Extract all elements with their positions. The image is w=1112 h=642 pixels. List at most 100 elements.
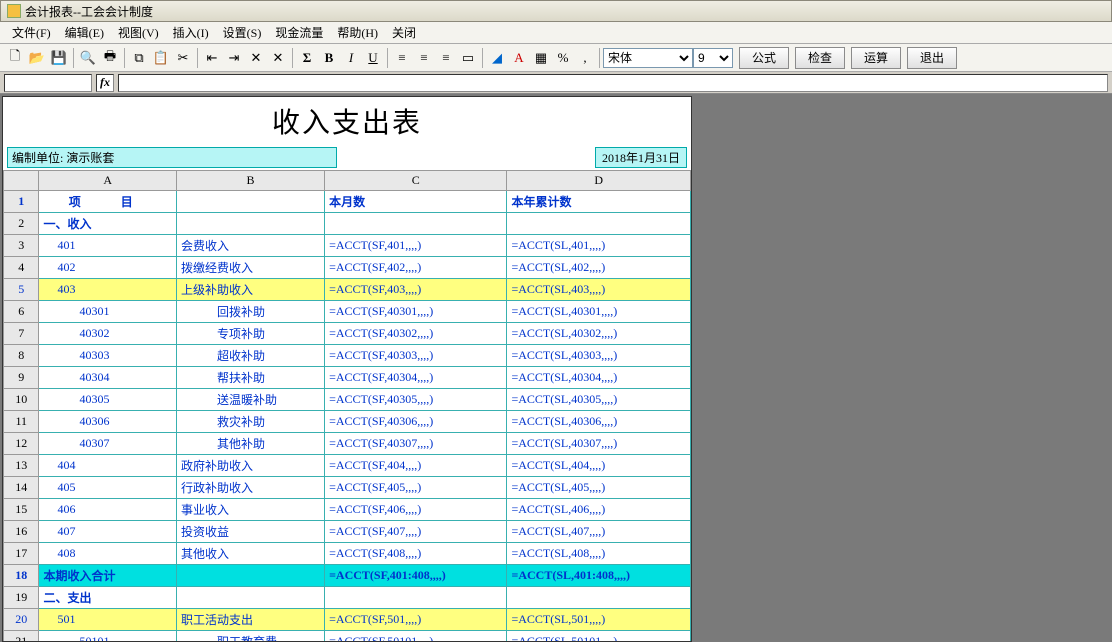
cell[interactable]: 406 [39, 499, 177, 521]
table-row[interactable]: 15406事业收入=ACCT(SF,406,,,,)=ACCT(SL,406,,… [4, 499, 691, 521]
cell[interactable] [507, 587, 691, 609]
cell[interactable]: 职工活动支出 [177, 609, 325, 631]
cell[interactable]: =ACCT(SF,402,,,,) [325, 257, 507, 279]
cell[interactable]: =ACCT(SF,40303,,,,) [325, 345, 507, 367]
table-row[interactable]: 4402拨缴经费收入=ACCT(SF,402,,,,)=ACCT(SL,402,… [4, 257, 691, 279]
row-header[interactable]: 13 [4, 455, 39, 477]
row-header[interactable]: 10 [4, 389, 39, 411]
cell[interactable]: 40303 [39, 345, 177, 367]
border-icon[interactable]: ▦ [530, 47, 552, 69]
table-row[interactable]: 5403上级补助收入=ACCT(SF,403,,,,)=ACCT(SL,403,… [4, 279, 691, 301]
header-item[interactable]: 项 目 [39, 191, 177, 213]
cell[interactable]: 超收补助 [177, 345, 325, 367]
header-blank[interactable] [177, 191, 325, 213]
table-row[interactable]: 16407投资收益=ACCT(SF,407,,,,)=ACCT(SL,407,,… [4, 521, 691, 543]
cell[interactable]: 一、收入 [39, 213, 177, 235]
menu-view[interactable]: 视图(V) [112, 22, 165, 43]
cell[interactable]: =ACCT(SF,40301,,,,) [325, 301, 507, 323]
cell[interactable]: 行政补助收入 [177, 477, 325, 499]
cell[interactable]: 救灾补助 [177, 411, 325, 433]
cell[interactable]: 事业收入 [177, 499, 325, 521]
cell[interactable]: 其他收入 [177, 543, 325, 565]
cell[interactable]: 408 [39, 543, 177, 565]
cell[interactable] [507, 213, 691, 235]
cell[interactable]: 40306 [39, 411, 177, 433]
row-header[interactable]: 12 [4, 433, 39, 455]
size-select[interactable]: 9 [693, 48, 733, 68]
cell[interactable]: =ACCT(SF,40302,,,,) [325, 323, 507, 345]
menu-help[interactable]: 帮助(H) [331, 22, 384, 43]
cell[interactable]: =ACCT(SL,501,,,,) [507, 609, 691, 631]
exit-button[interactable]: 退出 [907, 47, 957, 69]
cell[interactable]: =ACCT(SL,404,,,,) [507, 455, 691, 477]
row-header[interactable]: 9 [4, 367, 39, 389]
table-row[interactable]: 14405行政补助收入=ACCT(SF,405,,,,)=ACCT(SL,405… [4, 477, 691, 499]
cell[interactable]: 401 [39, 235, 177, 257]
cell[interactable]: 407 [39, 521, 177, 543]
menu-cashflow[interactable]: 现金流量 [269, 22, 329, 43]
spreadsheet-grid[interactable]: A B C D 1 项 目 本月数 本年累计数 2一、收入3401会费收入=AC… [3, 170, 691, 641]
cut-icon[interactable]: ✂ [172, 47, 194, 69]
row-header[interactable]: 19 [4, 587, 39, 609]
table-row[interactable]: 3401会费收入=ACCT(SF,401,,,,)=ACCT(SL,401,,,… [4, 235, 691, 257]
cell[interactable]: 回拨补助 [177, 301, 325, 323]
cell[interactable]: =ACCT(SL,40306,,,,) [507, 411, 691, 433]
cell[interactable]: 40302 [39, 323, 177, 345]
row-header[interactable]: 21 [4, 631, 39, 642]
cell[interactable]: 政府补助收入 [177, 455, 325, 477]
row-header[interactable]: 4 [4, 257, 39, 279]
cell[interactable]: =ACCT(SF,405,,,,) [325, 477, 507, 499]
cell[interactable]: =ACCT(SF,40307,,,,) [325, 433, 507, 455]
cell[interactable]: =ACCT(SL,401,,,,) [507, 235, 691, 257]
cell[interactable]: =ACCT(SF,406,,,,) [325, 499, 507, 521]
cell[interactable]: =ACCT(SL,40303,,,,) [507, 345, 691, 367]
cell[interactable]: =ACCT(SL,403,,,,) [507, 279, 691, 301]
save-icon[interactable]: 💾 [48, 47, 70, 69]
cell[interactable]: 405 [39, 477, 177, 499]
font-color-icon[interactable]: A [508, 47, 530, 69]
fill-color-icon[interactable]: ◢ [486, 47, 508, 69]
table-row[interactable]: 18本期收入合计=ACCT(SF,401:408,,,,)=ACCT(SL,40… [4, 565, 691, 587]
menu-edit[interactable]: 编辑(E) [59, 22, 110, 43]
cell[interactable] [177, 587, 325, 609]
menu-insert[interactable]: 插入(I) [167, 22, 215, 43]
italic-icon[interactable]: I [340, 47, 362, 69]
check-button[interactable]: 检查 [795, 47, 845, 69]
cell[interactable]: 上级补助收入 [177, 279, 325, 301]
cell[interactable]: 40304 [39, 367, 177, 389]
delete-col-icon[interactable]: ✕ [267, 47, 289, 69]
cell[interactable]: =ACCT(SF,401,,,,) [325, 235, 507, 257]
cell[interactable]: 40307 [39, 433, 177, 455]
cell[interactable]: =ACCT(SL,405,,,,) [507, 477, 691, 499]
table-row[interactable]: 2150101职工教育费=ACCT(SF,50101,,,,)=ACCT(SL,… [4, 631, 691, 642]
row-header[interactable]: 18 [4, 565, 39, 587]
cell[interactable]: 40305 [39, 389, 177, 411]
cell[interactable]: 二、支出 [39, 587, 177, 609]
row-header[interactable]: 7 [4, 323, 39, 345]
row-header[interactable]: 1 [4, 191, 39, 213]
cell[interactable]: 专项补助 [177, 323, 325, 345]
cell[interactable]: =ACCT(SF,403,,,,) [325, 279, 507, 301]
cell-reference-input[interactable] [4, 74, 92, 92]
cell[interactable]: =ACCT(SL,40305,,,,) [507, 389, 691, 411]
align-left-icon[interactable]: ≡ [391, 47, 413, 69]
delete-row-icon[interactable]: ✕ [245, 47, 267, 69]
cell[interactable]: =ACCT(SF,40306,,,,) [325, 411, 507, 433]
col-header-b[interactable]: B [177, 171, 325, 191]
table-row[interactable]: 1040305送温暖补助=ACCT(SF,40305,,,,)=ACCT(SL,… [4, 389, 691, 411]
cell[interactable]: 拨缴经费收入 [177, 257, 325, 279]
row-header[interactable]: 5 [4, 279, 39, 301]
cell[interactable]: =ACCT(SF,40304,,,,) [325, 367, 507, 389]
cell[interactable]: =ACCT(SL,40304,,,,) [507, 367, 691, 389]
header-year[interactable]: 本年累计数 [507, 191, 691, 213]
sum-icon[interactable]: Σ [296, 47, 318, 69]
cell[interactable] [177, 565, 325, 587]
print-icon[interactable]: 🖶 [99, 47, 121, 69]
col-header-d[interactable]: D [507, 171, 691, 191]
col-header-c[interactable]: C [325, 171, 507, 191]
cell[interactable] [325, 587, 507, 609]
row-header[interactable]: 20 [4, 609, 39, 631]
align-center-icon[interactable]: ≡ [413, 47, 435, 69]
copy-icon[interactable]: ⧉ [128, 47, 150, 69]
percent-icon[interactable]: % [552, 47, 574, 69]
